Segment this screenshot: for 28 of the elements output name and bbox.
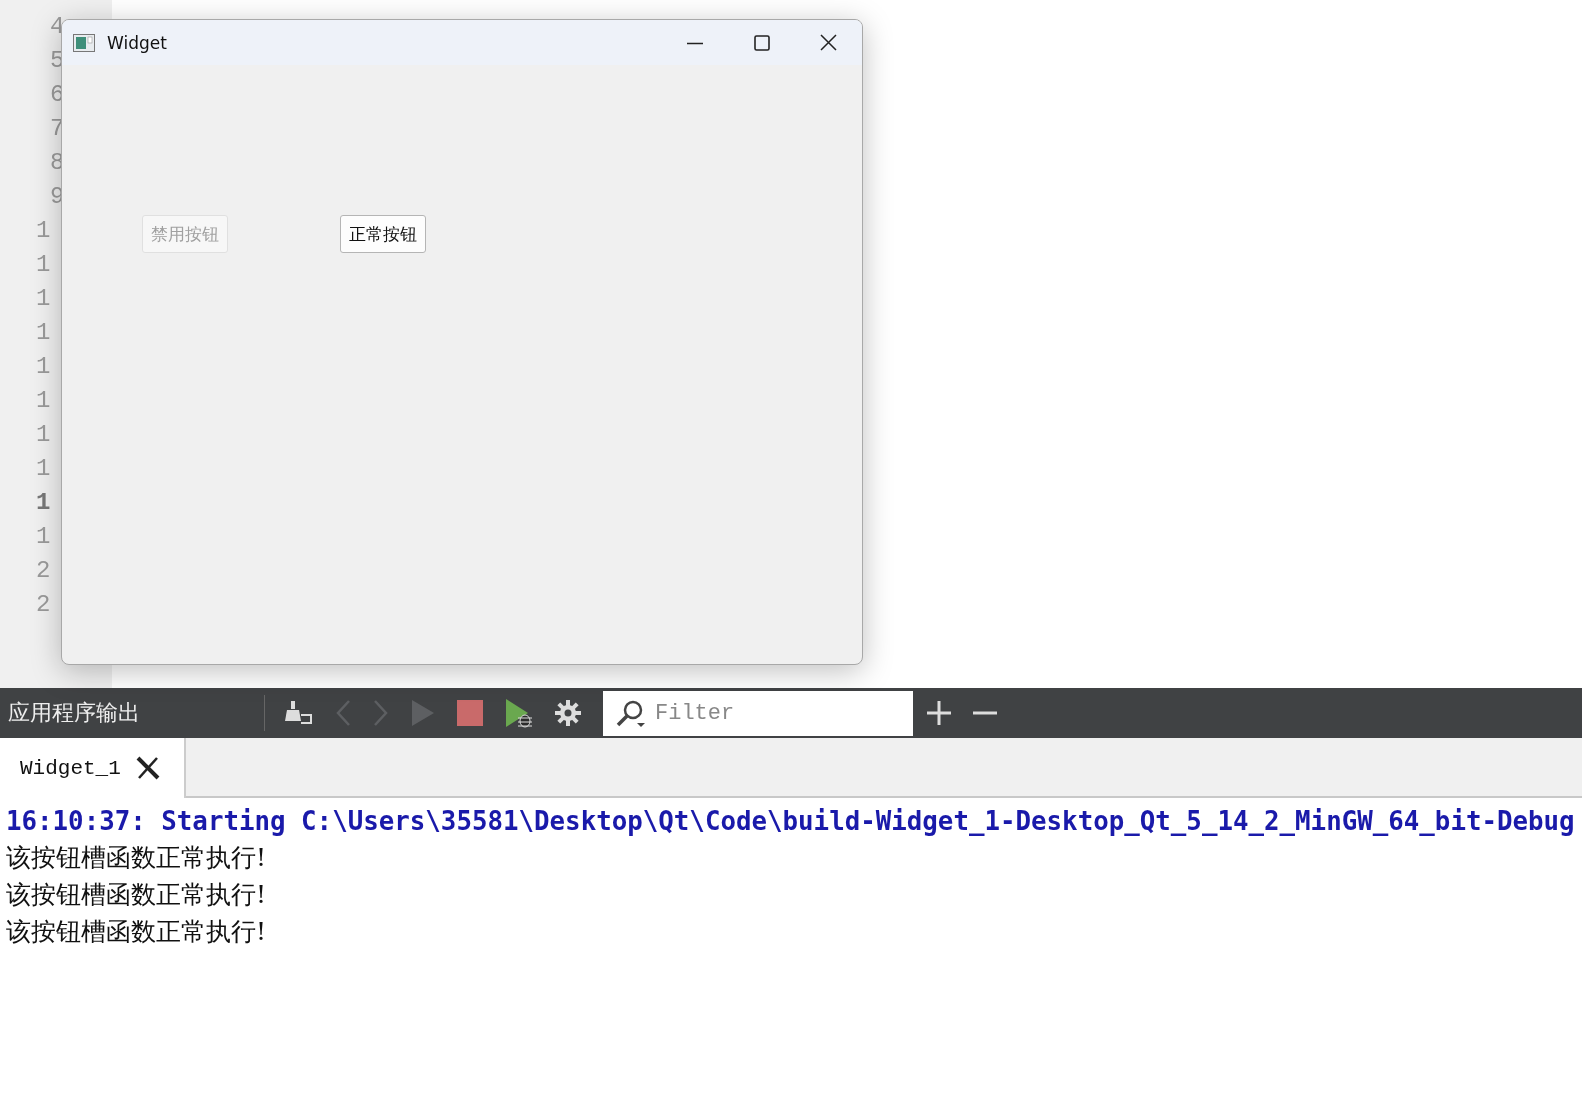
line-number: 1 [36, 454, 51, 484]
output-line: 16:10:37: Starting C:\Users\35581\Desktop\Qt\Code\build-Widget_1-Desktop_Qt_5_14_2_MinGW_64_bit-Debug [6, 805, 1576, 838]
maximize-icon[interactable] [754, 34, 770, 51]
pane-title: 应用程序输出 [8, 699, 141, 727]
output-line: 该按钮槽函数正常执行! [6, 842, 268, 874]
line-number: 1 [36, 352, 51, 382]
filter-field[interactable]: Filter [603, 690, 913, 736]
output-line: 该按钮槽函数正常执行! [6, 879, 268, 911]
line-number: 1 [36, 522, 51, 552]
window-title: Widget [107, 32, 167, 53]
debug-run-icon[interactable] [505, 698, 533, 728]
line-number: 1 [36, 488, 51, 518]
line-number: 1 [36, 318, 51, 348]
output-tab[interactable]: Widget_1 [0, 738, 186, 798]
push-button[interactable]: 正常按钮 [340, 215, 426, 253]
line-number: 1 [36, 386, 51, 416]
line-number: 2 [36, 590, 51, 620]
output-line: 该按钮槽函数正常执行! [6, 916, 268, 948]
line-number: 2 [36, 556, 51, 586]
line-number: 1 [36, 420, 51, 450]
plus-icon[interactable] [927, 701, 951, 725]
line-number: 1 [36, 216, 51, 246]
close-icon[interactable] [134, 756, 161, 780]
broom-icon[interactable] [283, 699, 313, 727]
app-icon [73, 33, 95, 52]
close-icon[interactable] [820, 34, 837, 51]
line-number: 1 [36, 284, 51, 314]
line-number: 1 [36, 250, 51, 280]
